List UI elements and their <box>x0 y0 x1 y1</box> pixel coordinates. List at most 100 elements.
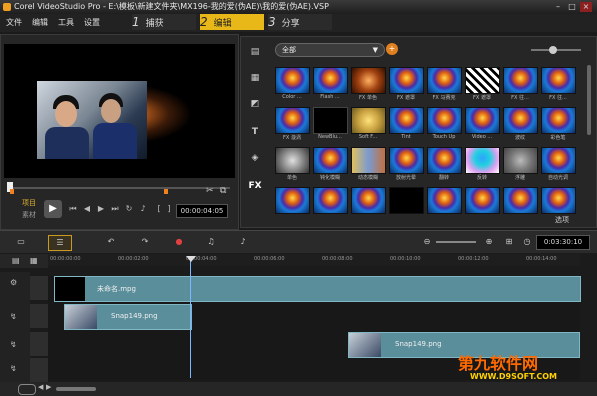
menu-settings[interactable]: 设置 <box>84 17 100 28</box>
end-icon[interactable]: ⏭ <box>110 204 120 214</box>
effect-thumbnail[interactable] <box>503 107 538 134</box>
mark-out-icon[interactable]: ] <box>164 204 174 214</box>
maximize-button[interactable]: □ <box>566 2 578 12</box>
effect-thumbnail[interactable] <box>427 107 462 134</box>
effect-thumbnail[interactable] <box>465 147 500 174</box>
effect-thumbnail[interactable] <box>541 107 576 134</box>
scissors-icon[interactable]: ✂ <box>206 186 214 196</box>
transition-icon[interactable]: ◩ <box>247 97 263 111</box>
title-icon[interactable]: T <box>247 125 263 139</box>
overlay-clip[interactable]: Snap149.png <box>64 304 192 330</box>
effect-thumbnail[interactable] <box>275 187 310 214</box>
audio-mixer-icon[interactable]: ♫ <box>200 235 222 249</box>
timeline-ruler[interactable]: 00:00:00:00 00:00:02:00 00:00:04:00 00:0… <box>48 254 580 266</box>
ripple-edit-icon[interactable]: ↯ <box>10 364 17 373</box>
volume-icon[interactable]: ♪ <box>138 204 148 214</box>
playhead[interactable] <box>190 258 191 378</box>
effect-thumbnail[interactable] <box>389 187 424 214</box>
undo-icon[interactable]: ↶ <box>100 235 122 249</box>
timeline-view-icon[interactable]: ☰ <box>48 235 72 251</box>
track-lock-icon[interactable]: ⚙ <box>10 278 17 287</box>
trim-start-marker[interactable] <box>10 189 14 194</box>
tab-capture[interactable]: 1 捕获 <box>132 14 196 30</box>
effect-thumbnail[interactable] <box>541 147 576 174</box>
zoom-slider[interactable] <box>436 241 476 243</box>
effect-thumbnail[interactable] <box>427 187 462 214</box>
effect-thumbnail[interactable] <box>351 147 386 174</box>
ripple-edit-icon[interactable]: ↯ <box>10 340 17 349</box>
effect-thumbnail[interactable] <box>275 107 310 134</box>
effect-thumbnail[interactable] <box>427 147 462 174</box>
project-duration[interactable]: 0:03:30:10 <box>536 235 590 250</box>
track-manager-icon[interactable]: ▤ <box>12 256 20 265</box>
category-dropdown[interactable]: 全部 ▼ <box>275 43 385 57</box>
enlarge-icon[interactable]: ⧉ <box>220 186 226 196</box>
tab-share[interactable]: 3 分享 <box>268 14 332 30</box>
effect-thumbnail[interactable] <box>465 107 500 134</box>
zoom-out-icon[interactable]: ⊖ <box>416 235 438 249</box>
library-scrollbar[interactable] <box>587 65 591 135</box>
next-frame-icon[interactable]: ▶ <box>96 204 106 214</box>
effect-thumbnail[interactable] <box>503 147 538 174</box>
effect-thumbnail[interactable] <box>351 107 386 134</box>
effect-thumbnail[interactable] <box>313 67 348 94</box>
home-icon[interactable]: ⏮ <box>68 204 78 214</box>
media-icon[interactable]: ▤ <box>247 45 263 59</box>
timeline-scrollbar[interactable] <box>56 387 96 391</box>
scrubber[interactable] <box>4 182 235 194</box>
play-button[interactable]: ▶ <box>44 200 62 218</box>
tab-edit[interactable]: 2 编辑 <box>200 14 264 30</box>
effect-thumbnail[interactable] <box>503 67 538 94</box>
preview-timecode[interactable]: 00:00:04:05 <box>176 204 228 218</box>
add-filter-icon[interactable]: + <box>386 43 398 55</box>
zoom-in-icon[interactable]: ⊕ <box>478 235 500 249</box>
scroll-left-icon[interactable]: ◀ <box>38 383 43 391</box>
instant-project-icon[interactable]: ▦ <box>247 71 263 85</box>
effect-thumbnail[interactable] <box>389 147 424 174</box>
overlay-track-icon[interactable] <box>30 304 48 328</box>
effect-thumbnail[interactable] <box>541 67 576 94</box>
effect-thumbnail[interactable] <box>313 147 348 174</box>
graphic-icon[interactable]: ◈ <box>247 151 263 165</box>
effect-thumbnail[interactable] <box>541 187 576 214</box>
record-capture-icon[interactable]: ● <box>168 235 190 249</box>
effect-thumbnail[interactable] <box>313 187 348 214</box>
trim-end-marker[interactable] <box>164 189 168 194</box>
menu-file[interactable]: 文件 <box>6 17 22 28</box>
project-mode-label[interactable]: 项目 <box>22 198 36 208</box>
overlay-track-icon[interactable] <box>30 358 48 382</box>
clip-mode-label[interactable]: 素材 <box>22 210 36 220</box>
redo-icon[interactable]: ↷ <box>134 235 156 249</box>
effect-thumbnail[interactable] <box>351 67 386 94</box>
filter-icon[interactable]: FX <box>247 179 263 193</box>
storyboard-view-icon[interactable]: ▭ <box>10 235 32 249</box>
effect-thumbnail[interactable] <box>503 187 538 214</box>
auto-music-icon[interactable]: ♪ <box>232 235 254 249</box>
menu-edit[interactable]: 编辑 <box>32 17 48 28</box>
effect-thumbnail[interactable] <box>275 67 310 94</box>
preview-window[interactable] <box>4 44 235 178</box>
fit-timeline-icon[interactable] <box>18 384 36 395</box>
effect-thumbnail[interactable] <box>275 147 310 174</box>
previous-frame-icon[interactable]: ◀ <box>82 204 92 214</box>
chapter-icon[interactable]: ▦ <box>30 256 38 265</box>
playhead-handle[interactable] <box>186 256 196 262</box>
options-label[interactable]: 选项 <box>555 215 569 225</box>
repeat-icon[interactable]: ↻ <box>124 204 134 214</box>
video-clip[interactable]: 未命名.mpg <box>54 276 581 302</box>
effect-thumbnail[interactable] <box>389 107 424 134</box>
close-button[interactable]: × <box>580 2 592 12</box>
overlay-track-icon[interactable] <box>30 332 48 356</box>
effect-thumbnail[interactable] <box>351 187 386 214</box>
thumb-size-handle[interactable] <box>549 46 557 54</box>
ripple-edit-icon[interactable]: ↯ <box>10 312 17 321</box>
effect-thumbnail[interactable] <box>427 67 462 94</box>
video-track-icon[interactable] <box>30 276 48 300</box>
menu-tools[interactable]: 工具 <box>58 17 74 28</box>
scroll-right-icon[interactable]: ▶ <box>46 383 51 391</box>
mark-in-icon[interactable]: [ <box>154 204 164 214</box>
effect-thumbnail[interactable] <box>465 187 500 214</box>
minimize-button[interactable]: – <box>552 2 564 12</box>
effect-thumbnail[interactable] <box>465 67 500 94</box>
effect-thumbnail[interactable] <box>389 67 424 94</box>
